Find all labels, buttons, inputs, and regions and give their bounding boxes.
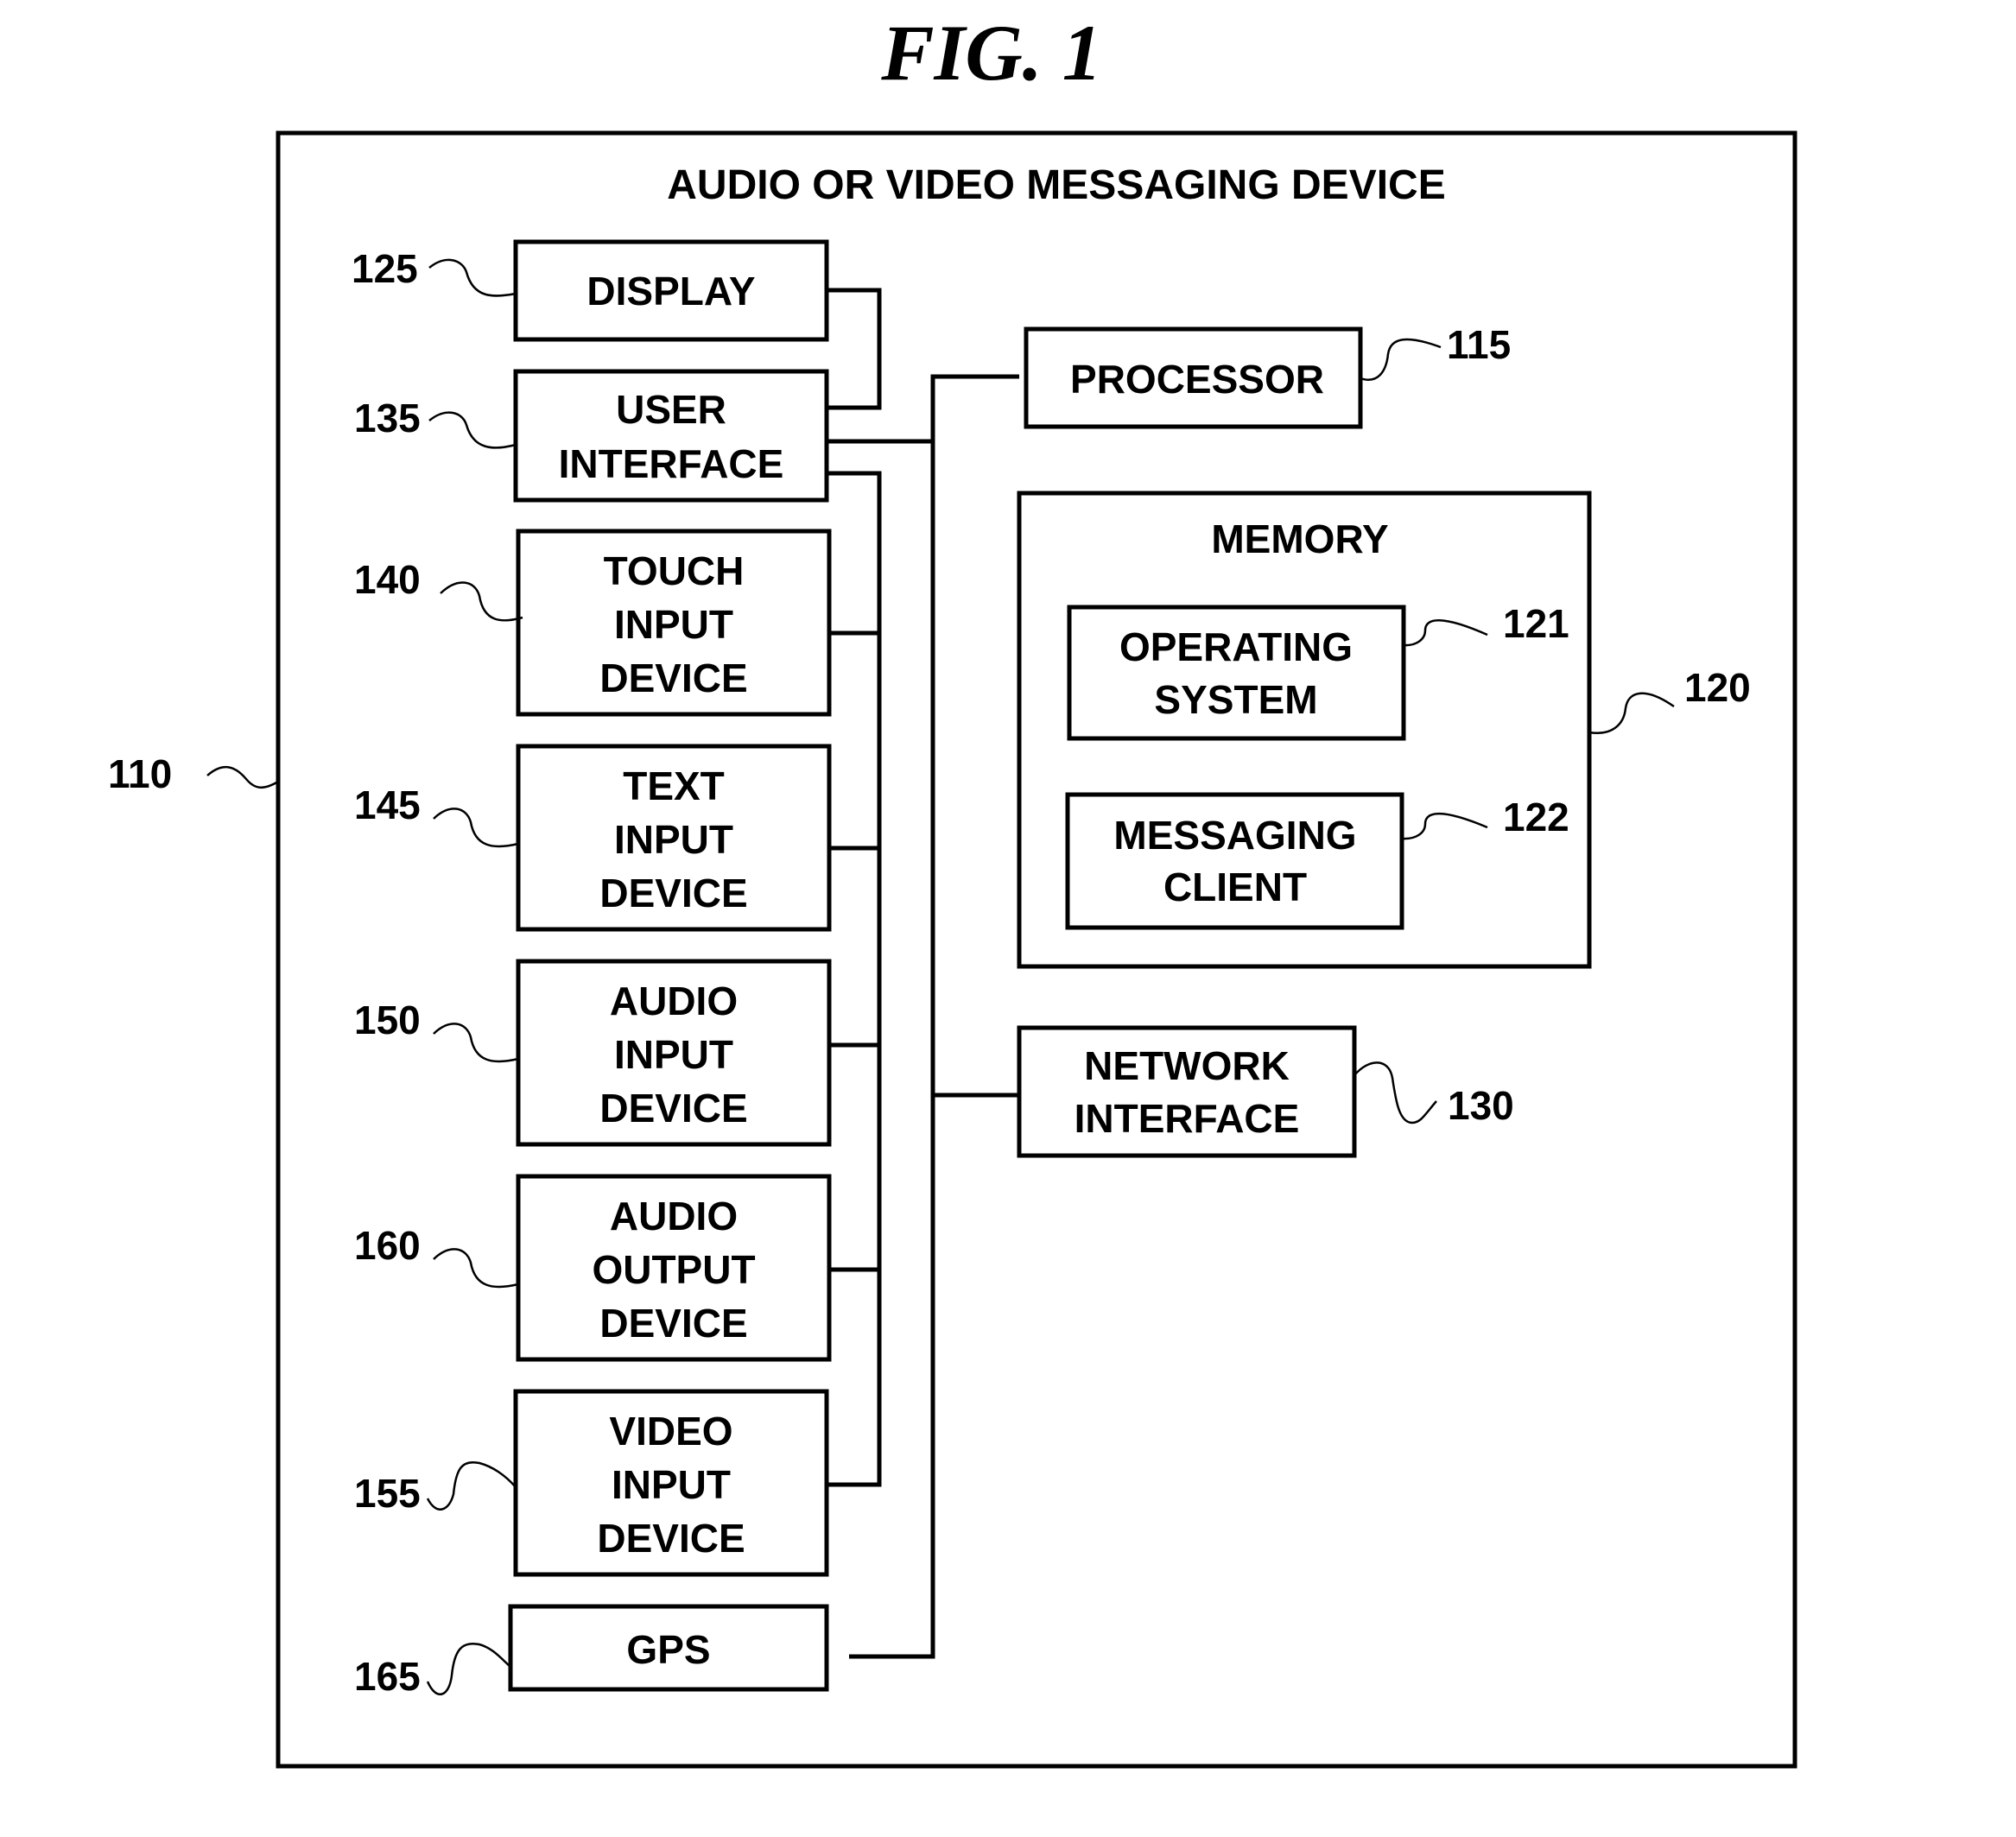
ref-120: 120	[1684, 665, 1751, 710]
ref-160: 160	[354, 1223, 421, 1268]
messaging-client-block: MESSAGING CLIENT	[1065, 792, 1404, 930]
audio-in-label-line2: INPUT	[614, 1032, 733, 1077]
text-label-line2: INPUT	[614, 817, 733, 862]
device-label: AUDIO OR VIDEO MESSAGING DEVICE	[667, 162, 1445, 208]
video-input-device-block: VIDEO INPUT DEVICE	[513, 1389, 829, 1577]
leader-130	[1354, 1061, 1437, 1124]
connection-lines	[827, 288, 1019, 1659]
audio-input-device-block: AUDIO INPUT DEVICE	[516, 959, 832, 1147]
ref-110: 110	[108, 751, 172, 796]
ref-150: 150	[354, 998, 421, 1042]
wire-system-bus	[849, 374, 1019, 1659]
touch-label-line1: TOUCH	[604, 548, 745, 593]
leader-150	[433, 1023, 519, 1063]
os-label-line1: OPERATING	[1119, 624, 1353, 669]
gps-block: GPS	[508, 1604, 829, 1692]
display-label: DISPLAY	[586, 269, 755, 314]
leader-115	[1360, 338, 1442, 381]
video-in-label-line1: VIDEO	[609, 1409, 732, 1454]
text-label-line1: TEXT	[623, 763, 725, 808]
mc-label-line1: MESSAGING	[1113, 813, 1356, 858]
touch-input-device-block: TOUCH INPUT DEVICE	[516, 529, 832, 717]
leader-125	[428, 258, 517, 297]
block-diagram: FIG. 1 AUDIO OR VIDEO MESSAGING DEVICE 1…	[108, 9, 1797, 1769]
network-interface-block: NETWORK INTERFACE	[1017, 1025, 1357, 1158]
wire-display-ui	[827, 288, 882, 410]
leader-135	[428, 411, 517, 449]
ref-135: 135	[354, 396, 421, 440]
network-label-line1: NETWORK	[1084, 1043, 1290, 1088]
ui-label-line1: USER	[616, 387, 726, 432]
ref-145: 145	[354, 782, 421, 827]
leader-140	[440, 581, 523, 622]
leader-155	[426, 1460, 517, 1511]
audio-in-label-line1: AUDIO	[610, 979, 738, 1023]
processor-label: PROCESSOR	[1070, 357, 1324, 402]
ui-label-line2: INTERFACE	[559, 441, 784, 486]
figure-title: FIG. 1	[880, 9, 1102, 97]
ref-115: 115	[1447, 322, 1511, 367]
memory-label: MEMORY	[1211, 516, 1388, 561]
mc-label-line2: CLIENT	[1163, 865, 1307, 909]
audio-in-label-line3: DEVICE	[599, 1086, 747, 1131]
os-label-line2: SYSTEM	[1154, 677, 1317, 722]
processor-block: PROCESSOR	[1024, 326, 1363, 429]
touch-label-line3: DEVICE	[599, 656, 747, 700]
ref-121: 121	[1503, 601, 1569, 646]
leader-120	[1588, 692, 1675, 735]
ref-130: 130	[1448, 1083, 1514, 1128]
ref-125: 125	[352, 246, 418, 291]
ref-155: 155	[354, 1471, 421, 1516]
ref-165: 165	[354, 1654, 421, 1699]
audio-out-label-line1: AUDIO	[610, 1194, 738, 1238]
display-block: DISPLAY	[513, 239, 829, 342]
network-label-line2: INTERFACE	[1075, 1096, 1300, 1141]
video-in-label-line3: DEVICE	[597, 1516, 745, 1561]
user-interface-block: USER INTERFACE	[513, 369, 829, 503]
operating-system-block: OPERATING SYSTEM	[1067, 605, 1406, 741]
text-label-line3: DEVICE	[599, 871, 747, 915]
audio-out-label-line2: OUTPUT	[592, 1247, 755, 1292]
leader-110	[206, 765, 279, 789]
wire-peripheral-bus	[827, 471, 882, 1487]
audio-output-device-block: AUDIO OUTPUT DEVICE	[516, 1174, 832, 1362]
gps-label: GPS	[626, 1627, 710, 1672]
video-in-label-line2: INPUT	[612, 1462, 731, 1507]
leader-145	[433, 808, 519, 848]
text-input-device-block: TEXT INPUT DEVICE	[516, 744, 832, 932]
audio-out-label-line3: DEVICE	[599, 1301, 747, 1346]
touch-label-line2: INPUT	[614, 602, 733, 647]
ref-140: 140	[354, 557, 421, 602]
leader-160	[433, 1248, 519, 1289]
ref-122: 122	[1503, 795, 1569, 839]
leader-165	[426, 1642, 511, 1695]
